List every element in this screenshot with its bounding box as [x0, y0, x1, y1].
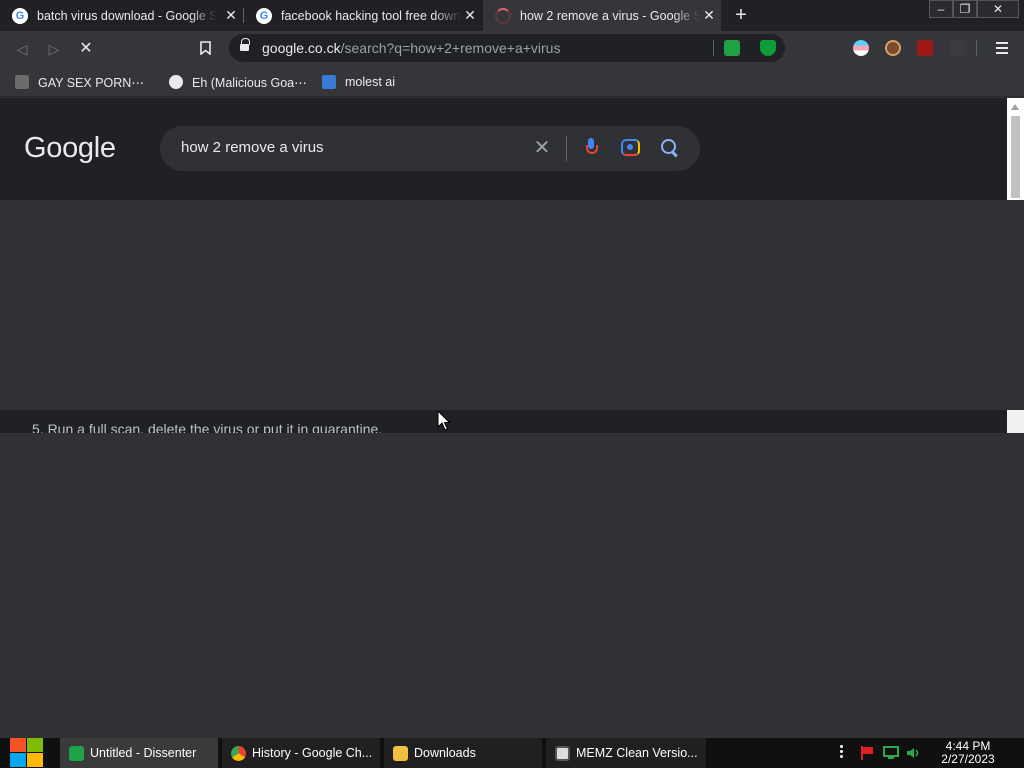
- search-divider: [566, 136, 567, 161]
- address-bar[interactable]: google.co.ck/search?q=how+2+remove+a+vir…: [229, 34, 785, 62]
- lock-icon[interactable]: [240, 38, 250, 53]
- minimize-button[interactable]: –: [929, 0, 953, 18]
- browser-window: batch virus download - Google S ✕ facebo…: [0, 0, 1024, 738]
- bookmark-item[interactable]: Eh (Malicious Goa⋯: [169, 73, 307, 91]
- url-text[interactable]: google.co.ck/search?q=how+2+remove+a+vir…: [262, 40, 560, 56]
- browser-toolbar: ◁ ▷ ✕ google.co.ck/search?q=how+2+remove…: [0, 31, 1024, 66]
- tab-title: facebook hacking tool free down: [281, 8, 461, 23]
- loading-spinner-icon: [495, 7, 511, 24]
- ublock-extension-icon[interactable]: [917, 40, 933, 56]
- bookmark-item[interactable]: molest ai: [322, 73, 395, 91]
- new-tab-button[interactable]: +: [730, 4, 752, 26]
- speech-extension-icon[interactable]: [724, 40, 740, 56]
- result-snippet-strip: 5. Run a full scan, delete the virus or …: [0, 410, 1007, 433]
- omnibox-divider: [713, 40, 714, 56]
- taskbar-item-label: Untitled - Dissenter: [90, 746, 197, 760]
- tab-remove-virus[interactable]: how 2 remove a virus - Google S ✕: [483, 0, 721, 31]
- scroll-up-icon[interactable]: [1011, 104, 1019, 110]
- taskbar-item-label: History - Google Ch...: [252, 746, 373, 760]
- mouse-cursor-icon: [437, 409, 451, 432]
- avatar-extension-icon[interactable]: [885, 40, 901, 56]
- close-window-button[interactable]: ✕: [977, 0, 1019, 18]
- taskbar-item-label: MEMZ Clean Versio...: [576, 746, 698, 760]
- extension-icon[interactable]: [949, 40, 965, 56]
- scrollbar-track: [1007, 200, 1024, 410]
- stop-loading-button[interactable]: ✕: [74, 37, 98, 61]
- google-header: Google how 2 remove a virus ✕: [0, 98, 1007, 200]
- bookmark-item[interactable]: GAY SEX PORN⋯: [15, 73, 144, 91]
- network-icon[interactable]: [883, 745, 899, 761]
- page-content-lower: [0, 433, 1024, 738]
- tab-strip: batch virus download - Google S ✕ facebo…: [0, 0, 1024, 31]
- taskbar-item-label: Downloads: [414, 746, 476, 760]
- tab-title: how 2 remove a virus - Google S: [520, 8, 700, 23]
- bookmark-favicon-icon: [322, 75, 336, 89]
- chrome-icon: [231, 745, 246, 761]
- taskbar-item-downloads[interactable]: Downloads: [384, 738, 542, 768]
- page-content: [0, 200, 1007, 410]
- scrollbar-thumb[interactable]: [1011, 116, 1020, 198]
- tray-overflow-icon[interactable]: [840, 745, 844, 761]
- microphone-icon[interactable]: [585, 138, 598, 158]
- result-snippet[interactable]: 5. Run a full scan, delete the virus or …: [32, 421, 382, 433]
- bookmark-favicon-icon: [15, 75, 29, 89]
- dissenter-icon: [69, 745, 84, 761]
- tab-title: batch virus download - Google S: [37, 8, 217, 23]
- scrollbar-fragment: [1007, 410, 1024, 433]
- tab-facebook-hacking[interactable]: facebook hacking tool free down ✕: [244, 0, 482, 31]
- flag-tray-icon[interactable]: [859, 745, 875, 761]
- google-favicon-icon: [12, 7, 28, 24]
- browser-menu-icon[interactable]: [996, 40, 1008, 54]
- toolbar-divider: [976, 40, 977, 56]
- flag-extension-icon[interactable]: [853, 40, 869, 56]
- folder-icon: [393, 745, 408, 761]
- taskbar-item-chrome-history[interactable]: History - Google Ch...: [222, 738, 380, 768]
- tab-batch-virus[interactable]: batch virus download - Google S ✕: [0, 0, 243, 31]
- globe-icon: [169, 75, 183, 89]
- scrollbar[interactable]: [1007, 98, 1024, 200]
- taskbar-item-memz[interactable]: MEMZ Clean Versio...: [546, 738, 706, 768]
- back-button[interactable]: ◁: [10, 37, 34, 61]
- volume-icon[interactable]: [906, 745, 922, 761]
- google-logo[interactable]: Google: [24, 132, 116, 165]
- bookmarks-bar: GAY SEX PORN⋯ Eh (Malicious Goa⋯ molest …: [0, 66, 1024, 97]
- forward-button[interactable]: ▷: [42, 37, 66, 61]
- tab-close-icon[interactable]: ✕: [701, 7, 717, 23]
- bookmark-label: GAY SEX PORN⋯: [38, 75, 144, 90]
- bookmark-icon[interactable]: [200, 41, 211, 56]
- taskbar: Untitled - Dissenter History - Google Ch…: [0, 738, 1024, 768]
- windows-start-icon[interactable]: [8, 738, 44, 768]
- clock-date: 2/27/2023: [941, 752, 995, 766]
- camera-lens-icon[interactable]: [621, 139, 640, 156]
- console-icon: [555, 745, 570, 761]
- search-input[interactable]: how 2 remove a virus: [181, 139, 324, 156]
- system-clock[interactable]: 4:44 PM 2/27/2023: [932, 740, 1004, 766]
- tab-close-icon[interactable]: ✕: [462, 7, 478, 23]
- bookmark-label: Eh (Malicious Goa⋯: [192, 75, 307, 90]
- search-box[interactable]: how 2 remove a virus ✕: [160, 126, 700, 171]
- taskbar-item-dissenter[interactable]: Untitled - Dissenter: [60, 738, 218, 768]
- restore-button[interactable]: ❐: [953, 0, 977, 18]
- bookmark-label: molest ai: [345, 75, 396, 89]
- tab-close-icon[interactable]: ✕: [223, 7, 239, 23]
- clear-search-icon[interactable]: ✕: [533, 138, 551, 158]
- shield-extension-icon[interactable]: [760, 40, 776, 56]
- google-favicon-icon: [256, 7, 272, 24]
- search-icon[interactable]: [660, 138, 680, 158]
